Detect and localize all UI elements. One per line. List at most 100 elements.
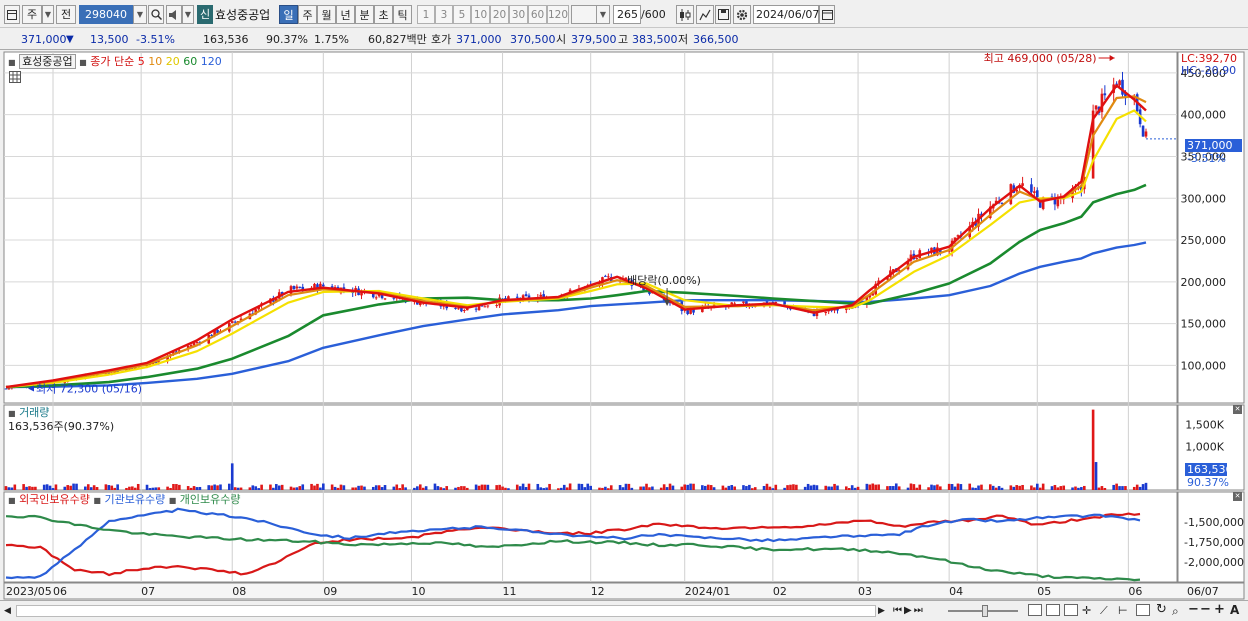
volume-bar [1018, 485, 1021, 490]
copy-icon[interactable] [1136, 604, 1150, 616]
gear-icon[interactable] [733, 5, 751, 24]
volume-bar [316, 483, 319, 490]
volume-bar [198, 486, 202, 490]
period-tab-3[interactable]: 년 [336, 5, 355, 24]
volume-bar [216, 485, 219, 490]
volume-bar [210, 485, 213, 490]
legend-ma-prefix[interactable]: 종가 단순 [90, 55, 134, 68]
playback-controls-icon[interactable]: ⏮▶⏭ [893, 603, 925, 619]
legend-individual[interactable]: 개인보유수량 [180, 493, 241, 506]
volume-bar [477, 485, 481, 490]
close-icon[interactable]: ✕ [1233, 492, 1242, 501]
window-icon[interactable] [1028, 604, 1042, 616]
interval-button-1[interactable]: 1 [417, 5, 435, 24]
date-axis-label: 09 [323, 585, 337, 598]
font-size-icon[interactable]: A [1230, 602, 1239, 618]
ruler-icon[interactable]: ⊢ [1118, 603, 1128, 619]
interval-button-20[interactable]: 20 [490, 5, 509, 24]
scroll-right-icon[interactable]: ▶ [878, 603, 888, 619]
zoom-in-icon[interactable]: + [1214, 602, 1225, 618]
candle-body [454, 307, 457, 309]
volume-bar [1041, 483, 1045, 490]
open-price: 379,500 [571, 32, 617, 46]
volume-bar [847, 488, 851, 490]
zoom-out-icon[interactable]: − [1188, 602, 1199, 618]
table-icon[interactable] [1064, 604, 1078, 616]
volume-bar [342, 485, 346, 490]
interval-button-30[interactable]: 30 [509, 5, 528, 24]
interval-dropdown-icon[interactable]: ▼ [596, 5, 610, 24]
volume-bar [257, 488, 260, 490]
period-tab-6[interactable]: 틱 [393, 5, 412, 24]
volume-bar [886, 486, 889, 490]
legend-stock-name[interactable]: 효성중공업 [19, 54, 76, 69]
chevron-down-icon[interactable]: ▼ [42, 5, 54, 24]
split-icon[interactable] [1046, 604, 1060, 616]
volume-bar [833, 483, 836, 490]
sound-icon[interactable] [166, 5, 182, 24]
date-input[interactable]: 2024/06/07 [753, 5, 819, 24]
period-tab-1[interactable]: 주 [298, 5, 317, 24]
volume-bar [683, 484, 687, 490]
volume-bar [753, 487, 757, 490]
volume-bar [22, 484, 25, 490]
volume-bar [618, 485, 622, 490]
legend-ma10: 10 [148, 55, 163, 68]
volume-bar [589, 485, 592, 490]
volume-bar [260, 484, 263, 490]
interval-button-60[interactable]: 60 [528, 5, 547, 24]
legend-foreign[interactable]: 외국인보유수량 [19, 493, 90, 506]
scroll-left-icon[interactable]: ◀ [4, 603, 14, 619]
volume-bar [354, 487, 357, 490]
crosshair-icon[interactable]: ✛ [1082, 603, 1091, 619]
candle-icon[interactable] [676, 5, 694, 24]
save-icon[interactable] [715, 5, 731, 24]
reset-icon[interactable]: ↻ [1156, 602, 1167, 618]
volume-bar [762, 485, 766, 490]
volume-bar [75, 483, 78, 490]
volume-bar [66, 485, 70, 490]
interval-button-5[interactable]: 5 [453, 5, 471, 24]
volume-bar [133, 487, 137, 490]
stock-code-input[interactable]: 298040 [79, 5, 133, 24]
volume-bar [392, 486, 396, 490]
period-tab-5[interactable]: 초 [374, 5, 393, 24]
trend-icon[interactable]: ⟋ [1100, 603, 1108, 619]
magnifier-icon[interactable]: ⌕ [1172, 603, 1179, 619]
sound-dropdown-icon[interactable]: ▼ [182, 5, 194, 24]
price-panel-legend: ■ 효성중공업 ■ 종가 단순 5 10 20 60 120 [8, 53, 222, 69]
minus-icon[interactable]: − [1200, 602, 1211, 618]
holding-tick-label: -1,500,000 [1184, 516, 1244, 529]
prev-button[interactable]: 전 [56, 5, 76, 24]
layout-icon[interactable] [4, 5, 20, 24]
interval-button-120[interactable]: 120 [547, 5, 569, 24]
search-icon[interactable] [148, 5, 164, 24]
period-tab-2[interactable]: 월 [317, 5, 336, 24]
volume-bar [868, 484, 872, 490]
period-unit-select[interactable]: 주 [22, 5, 42, 24]
low-annotation: 최저 72,300 (05/16) [36, 383, 142, 396]
period-tab-0[interactable]: 일 [279, 5, 298, 24]
custom-interval-field[interactable] [571, 5, 597, 24]
zoom-slider-thumb[interactable] [982, 605, 988, 617]
interval-button-10[interactable]: 10 [471, 5, 490, 24]
count-input[interactable]: 265 [613, 5, 641, 24]
volume-bar [474, 484, 478, 490]
close-icon[interactable]: ✕ [1233, 405, 1242, 414]
code-dropdown-icon[interactable]: ▼ [133, 5, 147, 24]
volume-bar [609, 485, 613, 490]
grid-toggle-icon[interactable] [9, 71, 21, 86]
volume-bar [892, 486, 895, 490]
legend-institution[interactable]: 기관보유수량 [104, 493, 165, 506]
price-change-pct: -3.51% [136, 32, 175, 46]
candle-body [915, 257, 919, 259]
interval-button-3[interactable]: 3 [435, 5, 453, 24]
volume-bar [42, 484, 46, 490]
horizontal-scrollbar[interactable] [16, 605, 876, 617]
period-tab-4[interactable]: 분 [355, 5, 374, 24]
drawing-tool-icon[interactable] [696, 5, 714, 24]
volume-bar [1094, 462, 1098, 490]
legend-ma5: 5 [137, 55, 145, 68]
calendar-icon[interactable] [819, 5, 835, 24]
chart-area[interactable]: 100,000150,000200,000250,000300,000350,0… [0, 50, 1248, 600]
